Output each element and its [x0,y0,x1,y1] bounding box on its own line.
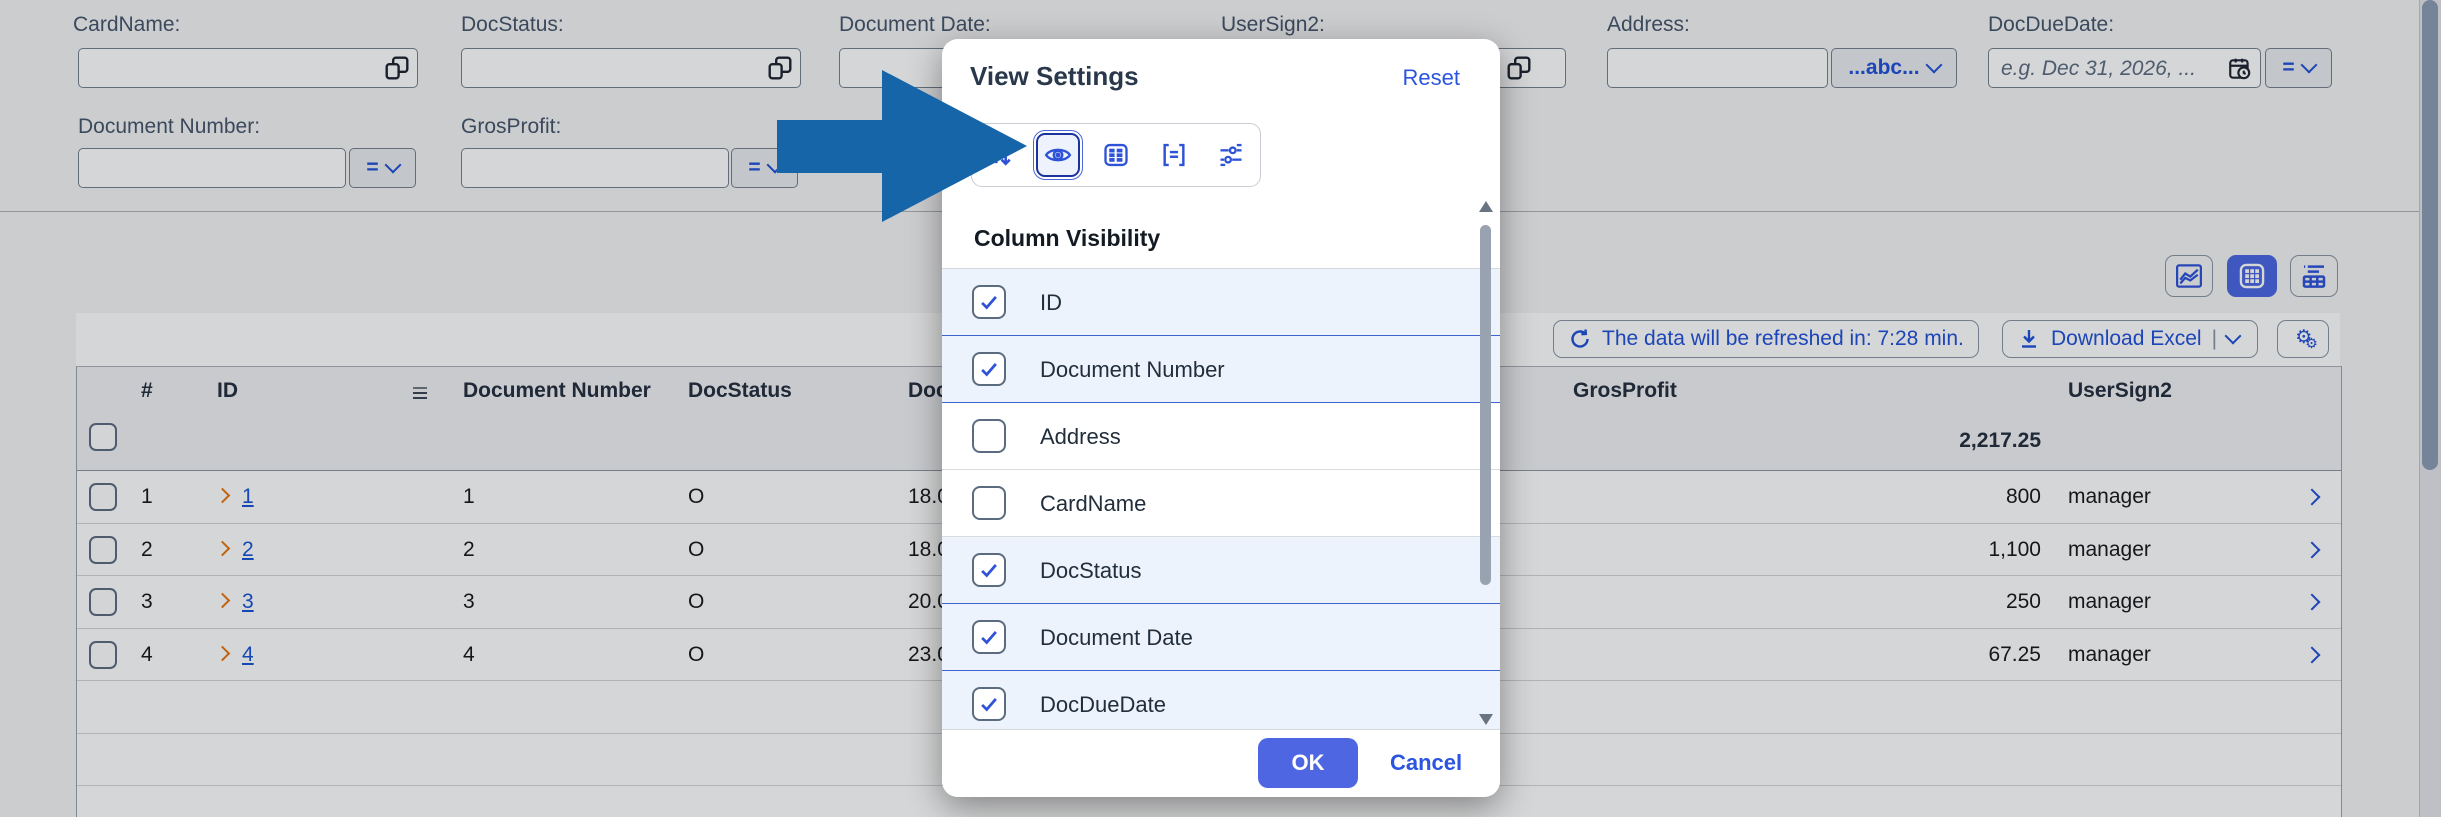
item-checkbox[interactable] [972,352,1006,386]
item-label: ID [1040,290,1062,315]
table-layout-icon [1104,143,1128,167]
column-visibility-list: ID Document Number Address CardName DocStatu… [942,268,1500,731]
item-label: DocDueDate [1040,692,1166,717]
app-screen: CardName: DocStatus: Document Date: User… [0,0,2441,817]
filter-sliders-icon [1220,143,1242,167]
tab-filter[interactable] [1202,124,1260,186]
checkmark-icon [981,363,997,377]
item-checkbox[interactable] [972,486,1006,520]
item-checkbox[interactable] [972,620,1006,654]
checkmark-icon [981,698,997,712]
column-visibility-item[interactable]: CardName [942,470,1500,537]
column-visibility-item[interactable]: Document Number [942,336,1500,403]
cancel-button[interactable]: Cancel [1390,750,1462,776]
column-visibility-item[interactable]: ID [942,269,1500,336]
dialog-scrollbar[interactable] [1477,197,1494,729]
sort-icon [991,144,1011,166]
tab-column-visibility[interactable] [1030,124,1088,186]
dialog-footer: OK Cancel [942,729,1500,797]
item-checkbox[interactable] [972,419,1006,453]
column-visibility-item[interactable]: Address [942,403,1500,470]
group-icon [1163,143,1185,167]
checkmark-icon [981,564,997,578]
tab-sort[interactable] [972,124,1030,186]
item-label: DocStatus [1040,558,1142,583]
column-visibility-item[interactable]: DocStatus [942,537,1500,604]
ok-button[interactable]: OK [1258,738,1358,788]
scroll-up-icon[interactable] [1479,201,1493,212]
tab-group[interactable] [1145,124,1203,186]
dialog-title: View Settings [970,61,1139,91]
item-label: Address [1040,424,1121,449]
scroll-down-icon[interactable] [1479,714,1493,725]
settings-tabstrip [971,123,1261,187]
checkmark-icon [981,296,997,310]
section-title: Column Visibility [974,225,1161,251]
column-visibility-item[interactable]: DocDueDate [942,671,1500,731]
item-label: Document Date [1040,625,1193,650]
item-checkbox[interactable] [972,285,1006,319]
tab-table-layout[interactable] [1087,124,1145,186]
item-label: Document Number [1040,357,1225,382]
eye-icon [1045,148,1072,162]
checkmark-icon [981,631,997,645]
item-checkbox[interactable] [972,553,1006,587]
item-checkbox[interactable] [972,687,1006,721]
dialog-scrollbar-thumb[interactable] [1480,225,1491,585]
column-visibility-item[interactable]: Document Date [942,604,1500,671]
reset-link[interactable]: Reset [1403,65,1460,91]
item-label: CardName [1040,491,1147,516]
view-settings-dialog: View Settings Reset Column Visibility ID [942,39,1500,797]
